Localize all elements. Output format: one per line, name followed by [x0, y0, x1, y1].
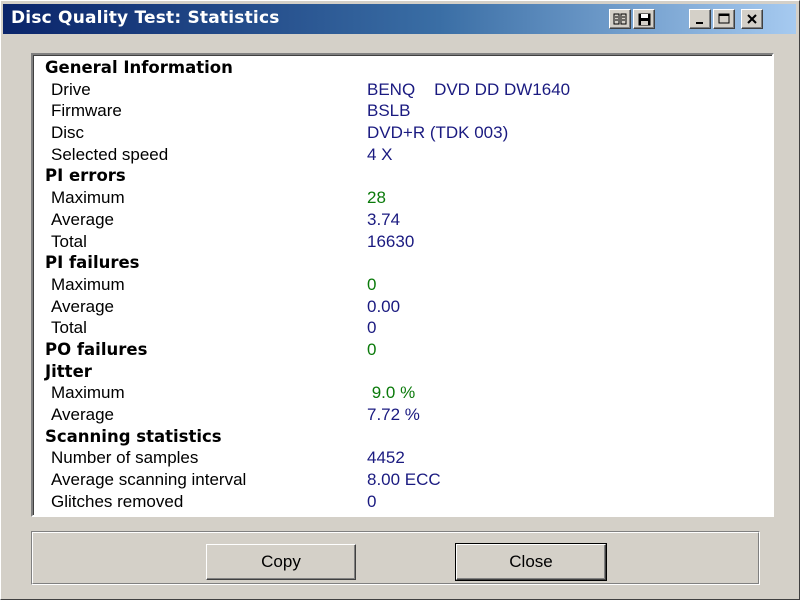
section-heading: PI errors	[45, 166, 126, 186]
stat-row-disc: Disc DVD+R (TDK 003)	[45, 122, 765, 144]
section-jitter: Jitter	[45, 361, 765, 383]
section-heading: Jitter	[45, 361, 92, 381]
stat-label: Total	[51, 231, 87, 251]
book-icon[interactable]	[609, 9, 631, 29]
section-pi-failures: PI failures	[45, 252, 765, 274]
stat-value: 9.0 %	[367, 383, 416, 403]
section-pi-errors: PI errors	[45, 165, 765, 187]
section-heading: PO failures	[45, 339, 148, 359]
stat-label: Firmware	[51, 101, 122, 121]
stat-label: Average	[51, 296, 115, 316]
maximize-icon[interactable]	[713, 9, 735, 29]
stat-value: 4 X	[367, 144, 393, 164]
close-button[interactable]: Close	[455, 543, 607, 581]
stat-value: 0	[367, 318, 377, 338]
stat-label: Drive	[51, 79, 91, 99]
statistics-panel: General Information Drive BENQ DVD DD DW…	[31, 53, 774, 517]
stat-label: Selected speed	[51, 144, 169, 164]
stat-row-number-of-samples: Number of samples 4452	[45, 447, 765, 469]
stat-row-jitter-average: Average 7.72 %	[45, 404, 765, 426]
stat-value: 4452	[367, 448, 405, 468]
section-general-information: General Information	[45, 57, 765, 79]
stat-label: Disc	[51, 123, 85, 143]
stat-value: 7.72 %	[367, 405, 420, 424]
stat-value: 0	[367, 339, 377, 359]
stat-label: Maximum	[51, 274, 125, 294]
section-heading: General Information	[45, 58, 233, 77]
stat-row-pi-failures-total: Total 0	[45, 317, 765, 339]
stat-label: Maximum	[51, 383, 125, 403]
stat-label: Glitches removed	[51, 491, 184, 511]
stat-row-pi-failures-maximum: Maximum 0	[45, 274, 765, 296]
stat-row-pi-errors-maximum: Maximum 28	[45, 187, 765, 209]
save-icon[interactable]	[633, 9, 655, 29]
window-title: Disc Quality Test: Statistics	[11, 8, 280, 28]
stat-label: Total	[51, 318, 87, 338]
stat-label: Average scanning interval	[51, 470, 247, 490]
stat-value: 16630	[367, 231, 415, 251]
stat-row-jitter-maximum: Maximum 9.0 %	[45, 382, 765, 404]
section-scanning-statistics: Scanning statistics	[45, 426, 765, 448]
stat-row-average-scanning-interval: Average scanning interval 8.00 ECC	[45, 469, 765, 491]
stat-label: Average	[51, 209, 115, 229]
stat-row-glitches-removed: Glitches removed 0	[45, 491, 765, 513]
stat-row-drive: Drive BENQ DVD DD DW1640	[45, 79, 765, 101]
stat-label: Maximum	[51, 188, 125, 208]
statistics-list: General Information Drive BENQ DVD DD DW…	[45, 57, 765, 512]
title-bar[interactable]: Disc Quality Test: Statistics	[3, 4, 796, 34]
stat-value: 3.74	[367, 209, 401, 229]
statistics-dialog: Disc Quality Test: Statistics General In…	[0, 0, 800, 600]
section-heading: PI failures	[45, 253, 140, 273]
stat-value: 8.00 ECC	[367, 470, 441, 490]
section-po-failures: PO failures 0	[45, 339, 765, 361]
stat-row-pi-errors-total: Total 16630	[45, 231, 765, 253]
stat-label: Number of samples	[51, 448, 199, 468]
section-heading: Scanning statistics	[45, 426, 222, 446]
minimize-icon[interactable]	[689, 9, 711, 29]
stat-value: 0.00	[367, 296, 401, 316]
stat-value: 0	[367, 491, 377, 511]
copy-button[interactable]: Copy	[206, 544, 356, 580]
stat-value: 28	[367, 188, 386, 208]
close-icon[interactable]	[741, 9, 763, 29]
stat-row-firmware: Firmware BSLB	[45, 100, 765, 122]
stat-row-pi-errors-average: Average 3.74	[45, 209, 765, 231]
stat-row-selected-speed: Selected speed 4 X	[45, 144, 765, 166]
stat-row-pi-failures-average: Average 0.00	[45, 296, 765, 318]
stat-label: Average	[51, 405, 115, 424]
stat-value: 0	[367, 274, 377, 294]
stat-value: BSLB	[367, 101, 411, 121]
button-bar: Copy Close	[31, 531, 760, 585]
stat-value: DVD+R (TDK 003)	[367, 123, 509, 143]
stat-value: BENQ DVD DD DW1640	[367, 79, 571, 99]
